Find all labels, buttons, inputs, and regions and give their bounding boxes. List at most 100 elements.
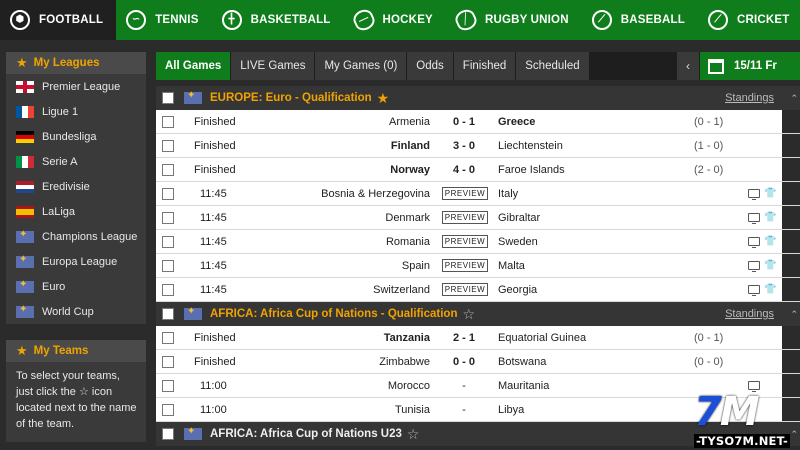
- match-checkbox[interactable]: [162, 139, 174, 152]
- tab-scheduled[interactable]: Scheduled: [516, 52, 589, 80]
- rugby-icon: ╱: [452, 6, 480, 34]
- match-row[interactable]: Finished Finland 3 - 0 Liechtenstein (1 - 0): [156, 134, 800, 158]
- row-scroll-gutter: [782, 206, 800, 229]
- match-checkbox[interactable]: [162, 163, 174, 176]
- sidebar-item-world-cup[interactable]: World Cup: [6, 299, 146, 324]
- tv-icon[interactable]: [748, 189, 760, 200]
- nav-cricket[interactable]: ⟋ CRICKET: [698, 0, 800, 40]
- preview-button[interactable]: PREVIEW: [442, 187, 488, 200]
- lineup-shirt-icon[interactable]: 👕: [764, 260, 776, 271]
- match-checkbox[interactable]: [162, 235, 174, 248]
- collapse-icon[interactable]: ⌃: [790, 93, 798, 104]
- sidebar-item-eredivisie[interactable]: Eredivisie: [6, 174, 146, 199]
- sidebar-item-europa-league[interactable]: Europa League: [6, 249, 146, 274]
- lineup-shirt-icon[interactable]: 👕: [764, 284, 776, 295]
- previous-day-button[interactable]: ‹: [677, 52, 699, 80]
- match-row[interactable]: Finished Armenia 0 - 1 Greece (0 - 1): [156, 110, 800, 134]
- match-checkbox[interactable]: [162, 115, 174, 128]
- nav-basketball[interactable]: ╋ BASKETBALL: [212, 0, 344, 40]
- sidebar-item-laliga[interactable]: LaLiga: [6, 199, 146, 224]
- preview-button[interactable]: PREVIEW: [442, 235, 488, 248]
- match-checkbox[interactable]: [162, 355, 174, 368]
- match-score: -: [462, 403, 466, 416]
- match-row[interactable]: Finished Zimbabwe 0 - 0 Botswana (0 - 0): [156, 350, 800, 374]
- match-checkbox[interactable]: [162, 211, 174, 224]
- sidebar-item-serie-a[interactable]: Serie A: [6, 149, 146, 174]
- match-row[interactable]: Finished Norway 4 - 0 Faroe Islands (2 - 0): [156, 158, 800, 182]
- match-score: -: [462, 379, 466, 392]
- match-checkbox[interactable]: [162, 187, 174, 200]
- sidebar-item-ligue-1[interactable]: Ligue 1: [6, 99, 146, 124]
- competition-checkbox[interactable]: [162, 92, 174, 104]
- row-scroll-gutter: [782, 278, 800, 301]
- preview-button[interactable]: PREVIEW: [442, 211, 488, 224]
- competition-header[interactable]: AFRICA: Africa Cup of Nations - Qualific…: [156, 302, 800, 326]
- tab-finished[interactable]: Finished: [453, 52, 516, 80]
- sidebar-item-bundesliga[interactable]: Bundesliga: [6, 124, 146, 149]
- logo-mark: 7M: [694, 392, 760, 432]
- netherlands-flag-icon: [16, 180, 34, 193]
- star-outline-icon[interactable]: ☆: [407, 426, 420, 443]
- match-row[interactable]: 11:45 Bosnia & Herzegovina PREVIEW Italy 👕: [156, 182, 800, 206]
- nav-label: HOCKEY: [382, 14, 433, 26]
- nav-baseball[interactable]: ⟋ BASEBALL: [582, 0, 698, 40]
- standings-link[interactable]: Standings: [725, 308, 774, 320]
- tv-icon[interactable]: [748, 261, 760, 272]
- match-row[interactable]: 11:45 Denmark PREVIEW Gibraltar 👕: [156, 206, 800, 230]
- logo-url: -TYSO7M.NET-: [694, 434, 790, 448]
- nav-rugby[interactable]: ╱ RUGBY UNION: [446, 0, 582, 40]
- star-outline-icon[interactable]: ☆: [462, 306, 475, 323]
- tab-live-games[interactable]: LIVE Games: [231, 52, 315, 80]
- home-team: Tanzania: [383, 331, 430, 344]
- tv-icon[interactable]: [748, 213, 760, 224]
- match-checkbox[interactable]: [162, 259, 174, 272]
- cricket-icon: ⟋: [707, 10, 728, 30]
- preview-button[interactable]: PREVIEW: [442, 259, 488, 272]
- italy-flag-icon: [16, 155, 34, 168]
- tab-my-games[interactable]: My Games (0): [315, 52, 407, 80]
- match-icons: 👕: [748, 284, 776, 296]
- match-row[interactable]: Finished Tanzania 2 - 1 Equatorial Guinea (0…: [156, 326, 800, 350]
- match-icons: 👕: [748, 260, 776, 272]
- away-team: Georgia: [498, 283, 538, 296]
- match-icons: 👕: [748, 212, 776, 224]
- hockey-icon: —: [350, 6, 377, 34]
- tab-odds[interactable]: Odds: [407, 52, 453, 80]
- competition-checkbox[interactable]: [162, 428, 174, 440]
- date-picker[interactable]: 15/11 Fr: [700, 52, 800, 80]
- baseball-icon: ⟋: [591, 10, 612, 30]
- match-row[interactable]: 11:45 Spain PREVIEW Malta 👕: [156, 254, 800, 278]
- nav-tennis[interactable]: ∽ TENNIS: [116, 0, 211, 40]
- sidebar-item-champions-league[interactable]: Champions League: [6, 224, 146, 249]
- league-label: Eredivisie: [42, 180, 90, 193]
- nav-hockey[interactable]: — HOCKEY: [344, 0, 446, 40]
- competition-checkbox[interactable]: [162, 308, 174, 320]
- my-teams-hint: To select your teams, just click the ☆ i…: [6, 362, 146, 442]
- match-icons: 👕: [748, 236, 776, 248]
- standings-link[interactable]: Standings: [725, 92, 774, 104]
- home-team: Tunisia: [394, 403, 430, 416]
- sidebar-item-euro[interactable]: Euro: [6, 274, 146, 299]
- home-team: Morocco: [387, 379, 430, 392]
- match-checkbox[interactable]: [162, 331, 174, 344]
- preview-button[interactable]: PREVIEW: [442, 283, 488, 296]
- sidebar-item-premier-league[interactable]: Premier League: [6, 74, 146, 99]
- league-label: Europa League: [42, 255, 118, 268]
- collapse-icon[interactable]: ⌃: [790, 309, 798, 320]
- lineup-shirt-icon[interactable]: 👕: [764, 236, 776, 247]
- match-checkbox[interactable]: [162, 379, 174, 392]
- nav-football[interactable]: ⬢ FOOTBALL: [0, 0, 117, 40]
- row-scroll-gutter: [782, 158, 800, 181]
- tv-icon[interactable]: [748, 237, 760, 248]
- match-checkbox[interactable]: [162, 403, 174, 416]
- lineup-shirt-icon[interactable]: 👕: [764, 212, 776, 223]
- match-row[interactable]: 11:45 Switzerland PREVIEW Georgia 👕: [156, 278, 800, 302]
- match-row[interactable]: 11:45 Romania PREVIEW Sweden 👕: [156, 230, 800, 254]
- tv-icon[interactable]: [748, 285, 760, 296]
- match-checkbox[interactable]: [162, 283, 174, 296]
- tab-all-games[interactable]: All Games: [156, 52, 231, 80]
- lineup-shirt-icon[interactable]: 👕: [764, 188, 776, 199]
- star-filled-icon[interactable]: ★: [377, 90, 390, 107]
- match-time: 11:45: [200, 283, 227, 296]
- competition-header[interactable]: EUROPE: Euro - Qualification ★ Standings ⌃: [156, 86, 800, 110]
